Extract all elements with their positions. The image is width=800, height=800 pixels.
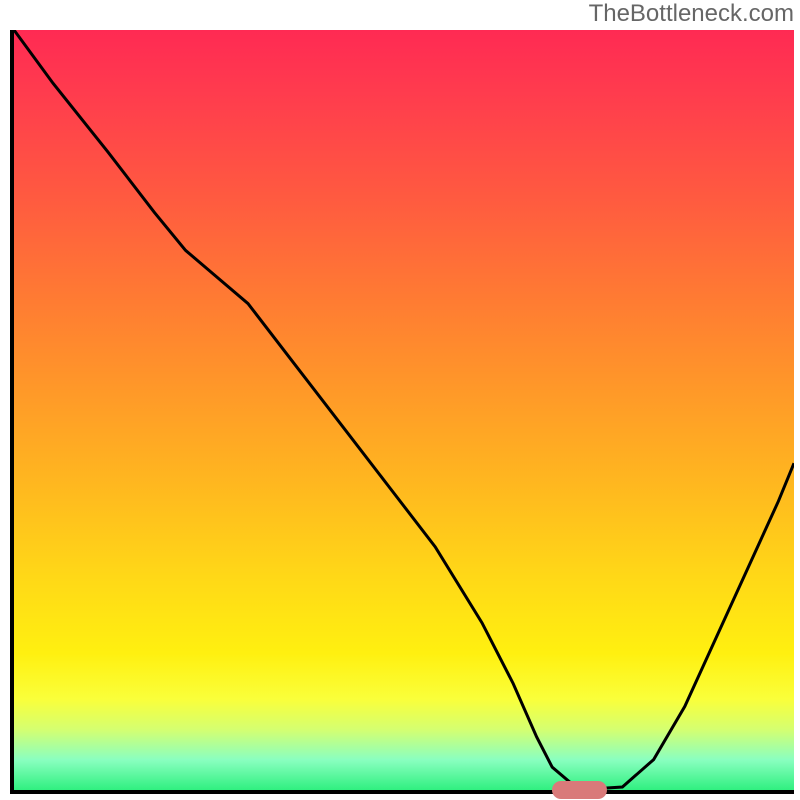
plot-area — [10, 30, 794, 794]
watermark-text: TheBottleneck.com — [589, 0, 794, 28]
bottleneck-curve — [14, 30, 794, 789]
optimal-marker — [552, 781, 607, 799]
chart-container: TheBottleneck.com — [0, 0, 800, 800]
curve-svg — [14, 30, 794, 790]
